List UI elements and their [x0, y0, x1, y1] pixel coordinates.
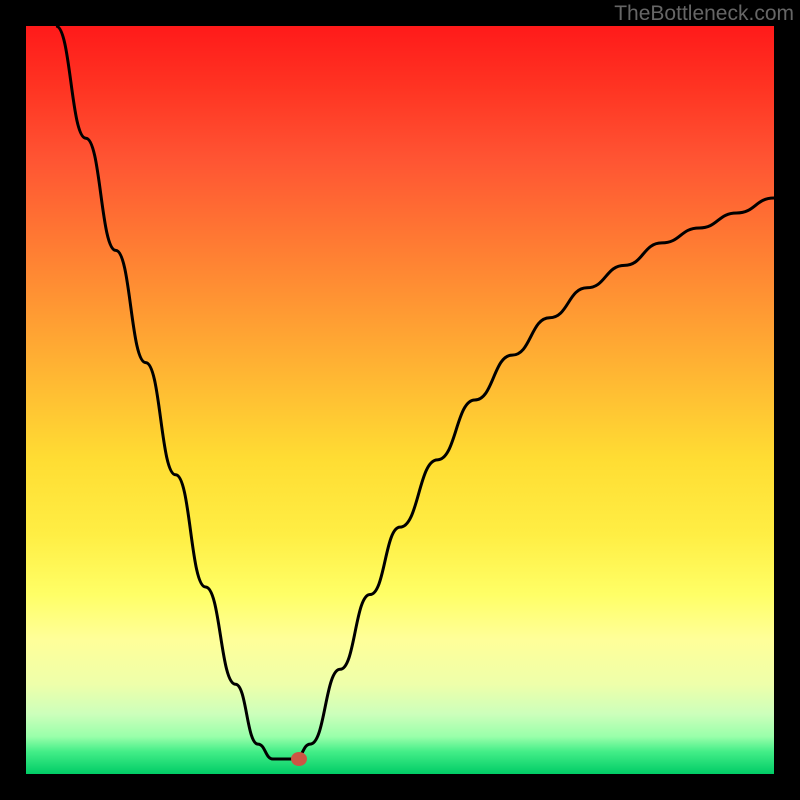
optimal-point-marker [291, 752, 307, 766]
chart-plot-area [26, 26, 774, 774]
watermark-text: TheBottleneck.com [614, 2, 794, 26]
curve-svg [26, 26, 774, 774]
bottleneck-curve [56, 26, 774, 759]
